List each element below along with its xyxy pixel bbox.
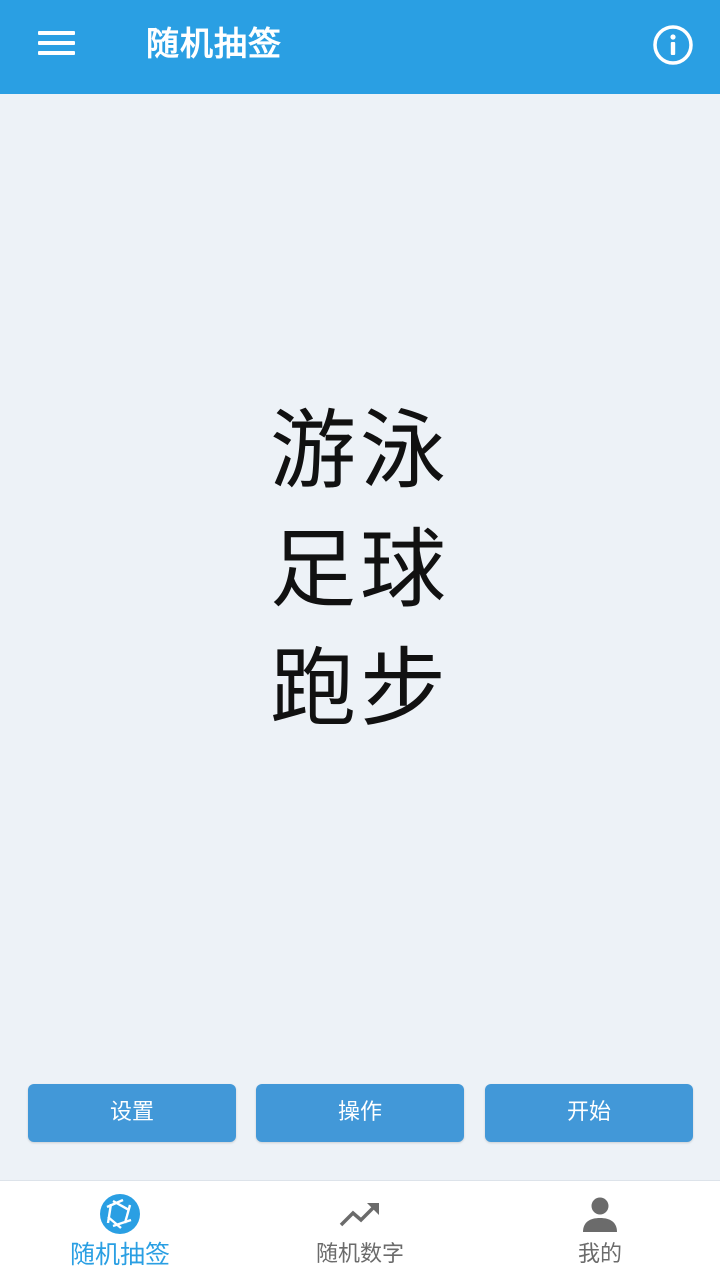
info-icon	[653, 25, 693, 65]
action-row: 设置 操作 开始	[0, 1084, 720, 1142]
draw-result-item: 足球	[270, 520, 450, 620]
nav-item-random-draw[interactable]: 随机抽签	[0, 1181, 240, 1280]
settings-button[interactable]: 设置	[28, 1084, 236, 1142]
bottom-nav: 随机抽签 随机数字 我的	[0, 1180, 720, 1280]
app-bar: 随机抽签	[0, 0, 720, 94]
menu-button[interactable]	[30, 24, 82, 64]
nav-label: 随机抽签	[69, 1240, 170, 1269]
person-icon	[583, 1197, 617, 1232]
shutter-icon	[100, 1194, 140, 1234]
draw-area: 游泳 足球 跑步	[0, 94, 720, 1080]
operate-button[interactable]: 操作	[256, 1084, 464, 1142]
nav-label: 我的	[577, 1242, 622, 1267]
nav-label: 随机数字	[315, 1242, 404, 1267]
info-button[interactable]	[650, 22, 696, 68]
page-title: 随机抽签	[146, 24, 282, 63]
draw-results: 游泳 足球 跑步	[0, 392, 720, 749]
trending-up-icon	[339, 1203, 379, 1227]
start-button[interactable]: 开始	[485, 1084, 693, 1142]
draw-result-item: 游泳	[270, 401, 450, 501]
nav-item-random-number[interactable]: 随机数字	[240, 1181, 480, 1280]
draw-result-item: 跑步	[270, 639, 450, 739]
nav-item-mine[interactable]: 我的	[480, 1181, 720, 1280]
